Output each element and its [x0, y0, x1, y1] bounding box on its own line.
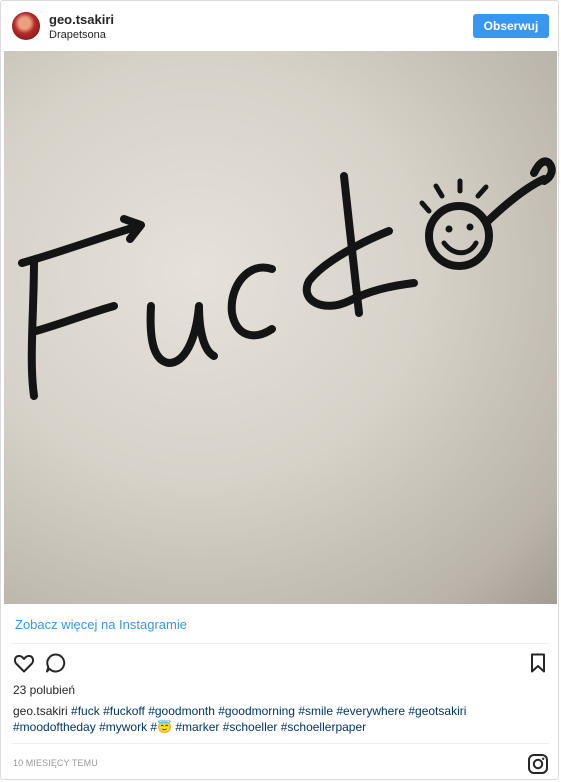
avatar[interactable]	[12, 12, 40, 40]
caption-hashtags-line2a[interactable]: #moodoftheday #mywork #	[13, 720, 157, 734]
handwriting-drawing	[18, 157, 556, 400]
letter-u	[146, 302, 218, 367]
username[interactable]: geo.tsakiri	[49, 12, 114, 27]
smiley-ray-2	[433, 183, 445, 199]
see-more-on-instagram-link[interactable]: Zobacz więcej na Instagramie	[15, 617, 187, 632]
smiley-hand	[530, 157, 556, 185]
smiley-ray-1	[419, 200, 432, 214]
divider	[12, 743, 549, 744]
heart-outline-icon[interactable]	[12, 651, 36, 675]
caption-username[interactable]: geo.tsakiri	[13, 704, 68, 718]
speech-bubble-icon[interactable]	[44, 651, 68, 675]
letter-k-loop	[302, 227, 418, 310]
post-caption: geo.tsakiri #fuck #fuckoff #goodmonth #g…	[13, 703, 543, 735]
follow-button[interactable]: Obserwuj	[473, 14, 549, 38]
smiley-right-eye	[466, 223, 474, 231]
caption-emoji: 😇	[157, 720, 173, 734]
smiley-arm	[484, 175, 548, 225]
instagram-embed-card: geo.tsakiri Drapetsona Obserwuj Zobacz w…	[0, 0, 559, 780]
caption-hashtags-line2b[interactable]: #marker #schoeller #schoellerpaper	[172, 720, 366, 734]
post-photo[interactable]	[4, 51, 557, 604]
letter-f-top-bar	[18, 222, 143, 267]
caption-hashtags-line1[interactable]: #fuck #fuckoff #goodmonth #goodmorning #…	[71, 704, 466, 718]
smiley-face	[425, 202, 493, 270]
divider	[12, 643, 549, 644]
letter-f-mid-bar	[32, 302, 118, 335]
smiley-left-eye	[445, 225, 453, 233]
post-header: geo.tsakiri Drapetsona Obserwuj	[1, 1, 560, 51]
location[interactable]: Drapetsona	[49, 29, 106, 41]
likes-count[interactable]: 23 polubień	[13, 683, 75, 697]
letter-c	[227, 263, 276, 340]
smiley-mouth	[441, 240, 479, 256]
smiley-ray-4	[475, 184, 489, 199]
bookmark-icon[interactable]	[526, 651, 550, 675]
instagram-logo-icon[interactable]	[526, 752, 550, 776]
post-timestamp[interactable]: 10 MIESIĘCY TEMU	[13, 758, 98, 768]
